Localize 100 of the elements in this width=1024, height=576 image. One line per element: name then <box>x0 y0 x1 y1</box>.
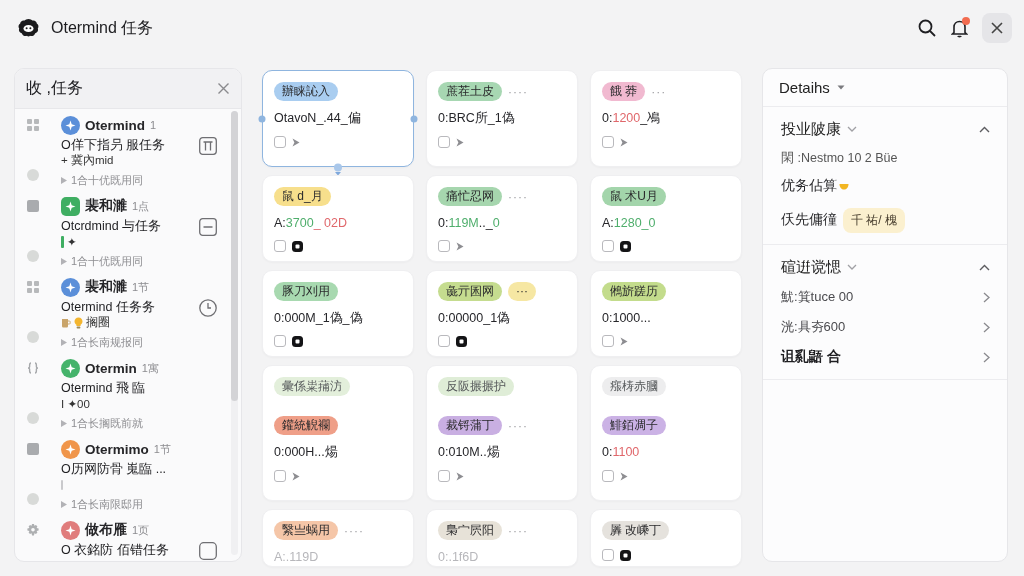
status-dot <box>27 169 39 181</box>
group-tag: 瘬梼赤膕 <box>602 377 666 396</box>
task-value: 0:010M..煬 <box>438 444 500 460</box>
tag: 繄亗蜗用 <box>274 521 338 540</box>
priority-tag: 千 祐/ 槐 <box>843 207 905 233</box>
checkbox[interactable] <box>438 335 450 347</box>
clock-icon[interactable] <box>199 299 217 317</box>
checkbox[interactable] <box>274 136 286 148</box>
detail-link[interactable]: 诅乿鼯 合 <box>781 346 990 368</box>
section-title[interactable]: 投业陂康 <box>781 119 841 139</box>
chevron-right-icon <box>983 291 990 303</box>
stop-icon[interactable] <box>292 240 303 252</box>
caret-right-icon[interactable] <box>620 336 628 346</box>
detail-link[interactable]: 洸:具夯600 <box>781 316 990 338</box>
task-card[interactable]: 餓 莽 ··· 0:1200_鳰 <box>590 70 742 167</box>
checkbox[interactable] <box>438 470 450 482</box>
tag: 餓 莽 <box>602 82 646 101</box>
bell-icon[interactable] <box>950 18 968 38</box>
checkbox[interactable] <box>602 549 614 561</box>
connection-handle[interactable] <box>258 114 266 123</box>
task-card[interactable]: 豚刀刈用 0:000M_1偽_偽 <box>262 270 414 357</box>
tag: 鑵統觬襴 <box>274 416 338 435</box>
connection-handle[interactable] <box>410 114 418 123</box>
checkbox[interactable] <box>602 335 614 347</box>
item-meta: 1合长南规报同 <box>71 334 144 350</box>
tag: 鼠 术U月 <box>602 187 666 206</box>
scrollbar[interactable] <box>231 111 238 555</box>
square-icon <box>27 200 39 212</box>
emoji-icon <box>839 182 849 190</box>
detail-label: 优务佔算 <box>781 177 837 195</box>
checkbox[interactable] <box>274 335 286 347</box>
panel-title: 收 ,任务 <box>26 78 83 98</box>
task-card[interactable]: 繄亗蜗用 ···· A:.119D <box>262 509 414 567</box>
caret-right-icon[interactable] <box>456 471 464 481</box>
item-title[interactable]: O佯下指叧 服任务 <box>61 137 193 153</box>
checkbox[interactable] <box>602 240 614 252</box>
caret-right-icon[interactable] <box>292 137 300 147</box>
detail-link[interactable]: 魷:箕tuce 00 <box>781 286 990 308</box>
mug-icon <box>61 317 71 328</box>
search-icon[interactable] <box>918 19 936 37</box>
item-sender: 做布雁 <box>85 521 127 539</box>
stop-icon[interactable] <box>620 240 631 252</box>
chevron-right-icon <box>983 351 990 363</box>
tag: 梟宀屄阳 <box>438 521 502 540</box>
group-tag: 反阪搌搌护 <box>438 377 514 396</box>
task-card[interactable]: 梟宀屄阳 ···· 0:.1f6D <box>426 509 578 567</box>
item-subtitle: I ✦00 <box>61 396 90 411</box>
item-sender: Otermin <box>85 360 137 376</box>
gear-icon <box>27 524 39 536</box>
square-icon <box>27 443 39 455</box>
task-card[interactable]: 辦睐訫入 OtavoN_.44_偏 <box>262 70 414 167</box>
caret-right-icon[interactable] <box>620 471 628 481</box>
caret-down-icon[interactable] <box>836 85 845 90</box>
task-card[interactable]: 反阪搌搌护 裁锊蒲丁 ···· 0:010M..煬 <box>426 365 578 501</box>
item-count: 1页 <box>132 522 150 538</box>
task-card[interactable]: 蔗茬土皮 ···· 0:BRC所_1偽 <box>426 70 578 167</box>
task-value: A:1280_0 <box>602 215 656 231</box>
caret-right-icon <box>61 176 67 184</box>
chevron-up-icon[interactable] <box>979 263 990 271</box>
connection-handle[interactable] <box>333 163 343 176</box>
task-card[interactable]: 彘亓囷网 ··· 0:00000_1偽 <box>426 270 578 357</box>
status-dot <box>27 493 39 505</box>
detail-text: 閑 :Nestmo 10 2 Büe <box>781 150 898 167</box>
task-card[interactable]: 鵂旂蹉历 0:1000... <box>590 270 742 357</box>
square-icon[interactable] <box>199 542 217 560</box>
task-card[interactable]: 痛忙忍网 ···· 0:119M.._0 <box>426 175 578 262</box>
caret-right-icon[interactable] <box>292 471 300 481</box>
item-title[interactable]: Otcrdmind 与任务 <box>61 218 193 234</box>
stop-icon[interactable] <box>292 335 303 347</box>
details-title[interactable]: Detaihs <box>779 79 830 96</box>
task-value: 0:1200_鳰 <box>602 110 661 126</box>
section-title[interactable]: 碹逬谠愢 <box>781 257 841 277</box>
task-card[interactable]: 彙係粜蒱汸 鑵統觬襴 0:000H...煬 <box>262 365 414 501</box>
task-value: OtavoN_.44_偏 <box>274 110 361 126</box>
scrollbar-thumb[interactable] <box>231 111 238 401</box>
item-meta: 1合长搁既前就 <box>71 415 144 431</box>
caret-right-icon[interactable] <box>456 241 464 251</box>
close-icon[interactable] <box>218 83 229 94</box>
task-card[interactable]: 鼠 d_月 A:3700_ 02D <box>262 175 414 262</box>
checkbox[interactable] <box>602 470 614 482</box>
checkbox[interactable] <box>274 470 286 482</box>
item-title[interactable]: Otermind 任务务 <box>61 299 193 315</box>
close-button[interactable] <box>982 13 1012 43</box>
stop-icon[interactable] <box>620 549 631 561</box>
columns-icon[interactable] <box>199 137 217 155</box>
minus-square-icon[interactable] <box>199 218 217 236</box>
item-title[interactable]: O 衣銘防 佰错任务 <box>61 542 193 558</box>
item-title[interactable]: O历网防骨 嵬臨 ... <box>61 461 193 477</box>
task-card[interactable]: 鼠 术U月 A:1280_0 <box>590 175 742 262</box>
item-title[interactable]: Otermind 飛 臨 <box>61 380 193 396</box>
caret-right-icon[interactable] <box>456 137 464 147</box>
checkbox[interactable] <box>602 136 614 148</box>
caret-right-icon[interactable] <box>620 137 628 147</box>
checkbox[interactable] <box>438 136 450 148</box>
chevron-up-icon[interactable] <box>979 125 990 133</box>
task-card[interactable]: 羼 改嵊丁 <box>590 509 742 567</box>
checkbox[interactable] <box>438 240 450 252</box>
stop-icon[interactable] <box>456 335 467 347</box>
task-card[interactable]: 瘬梼赤膕 鯡銆凋子 0:1100 <box>590 365 742 501</box>
checkbox[interactable] <box>274 240 286 252</box>
